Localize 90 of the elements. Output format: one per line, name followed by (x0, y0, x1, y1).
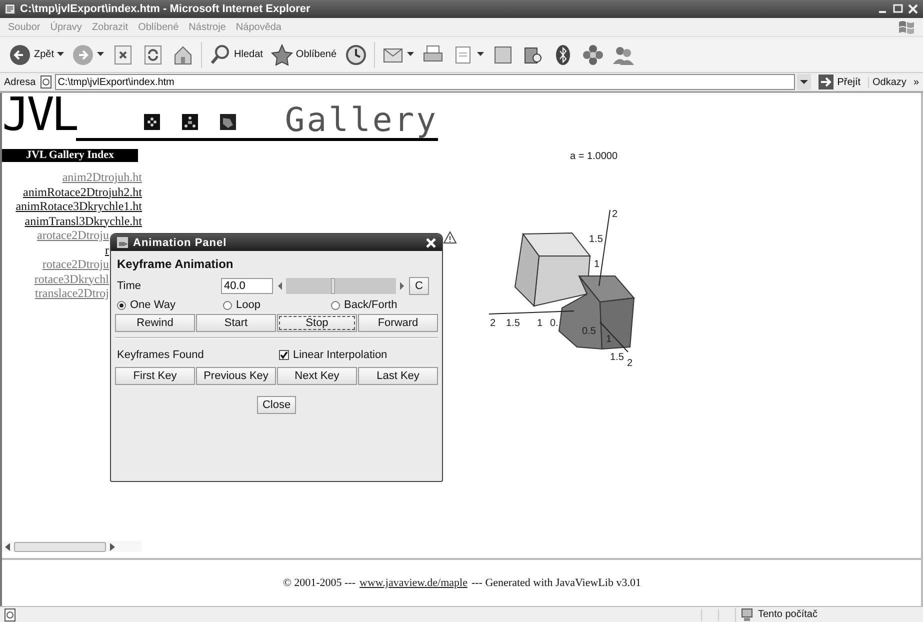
left-arrow-icon (277, 282, 283, 290)
axis-label: 2 (627, 358, 633, 369)
page-icon (3, 608, 17, 622)
close-button[interactable]: Close (257, 396, 296, 414)
radio-option[interactable]: Loop (223, 299, 331, 311)
interpolation-checkbox[interactable]: Linear Interpolation (279, 349, 388, 361)
page-icon (38, 75, 53, 89)
search-button[interactable]: Hledat (206, 42, 266, 68)
transport-button[interactable]: Start (196, 314, 276, 332)
back-button[interactable]: Zpět (6, 42, 68, 68)
page-link[interactable]: r (105, 242, 109, 257)
favorites-button[interactable]: Oblíbené (268, 42, 340, 68)
dots-icon (144, 114, 160, 130)
axis-line (600, 322, 628, 352)
axis-label: 0.5 (582, 326, 596, 337)
axis-label: 2 (612, 209, 618, 220)
scroll-thumb[interactable] (14, 542, 106, 552)
caret-icon (97, 52, 104, 57)
address-label: Adresa (4, 76, 36, 88)
parameter-label: a = 1.0000 (570, 151, 619, 162)
axis-label: 0. (550, 318, 558, 329)
caret-icon (57, 52, 64, 57)
axis-label: 1 (594, 259, 600, 270)
time-label: Time (116, 280, 142, 292)
footer-text: --- Generated with JavaViewLib v3.01 (471, 577, 641, 589)
section-heading: Keyframe Animation (117, 257, 234, 271)
footer-link[interactable]: www.javaview.de/maple (360, 577, 468, 589)
radio-button[interactable] (223, 300, 232, 310)
left-arrow-icon (4, 542, 12, 552)
go-button[interactable]: Přejít (814, 74, 865, 90)
page-link[interactable]: animTransl3Dkrychle.ht (24, 214, 142, 228)
axis-label: 1.5 (589, 234, 603, 245)
page-link[interactable]: translace2Dtroj (35, 286, 109, 300)
axis-label: 1 (537, 318, 543, 329)
logo-text: JVL (2, 87, 76, 141)
slider-thumb[interactable] (331, 278, 336, 294)
search-icon (209, 44, 232, 66)
clock-icon (344, 44, 367, 66)
page-link[interactable]: anim2Dtrojuh.ht (62, 170, 142, 184)
caret-icon (406, 52, 414, 57)
transport-button[interactable]: Stop (277, 314, 357, 332)
transport-button[interactable]: Rewind (115, 314, 195, 332)
key-button[interactable]: Last Key (358, 367, 438, 385)
window-title: C:\tmp\jvlExport\index.htm - Microsoft Internet Explorer (20, 3, 310, 15)
right-arrow-icon (399, 282, 405, 290)
address-field[interactable]: C:\tmp\jvlExport\index.htm (54, 74, 796, 90)
checkbox[interactable] (279, 350, 289, 360)
radio-option[interactable]: One Way (117, 299, 223, 311)
index-title: JVL Gallery Index (2, 149, 138, 162)
star-icon (270, 44, 293, 66)
axis-label: 1.5 (506, 318, 520, 329)
radio-button[interactable] (117, 300, 126, 310)
key-button[interactable]: Previous Key (196, 367, 276, 385)
axis-label: 1 (606, 334, 612, 345)
shape-icon (220, 114, 236, 130)
flag-icon (897, 19, 915, 35)
key-button[interactable]: Next Key (277, 367, 357, 385)
key-button[interactable]: First Key (115, 367, 195, 385)
home-icon (172, 44, 194, 66)
axis-label: 2 (490, 318, 496, 329)
axis-label: 1.5 (610, 352, 624, 363)
close-icon[interactable] (907, 3, 919, 15)
time-field[interactable]: 40.0 (221, 278, 273, 294)
page-icon (4, 3, 16, 15)
horizontal-scrollbar[interactable] (2, 541, 142, 552)
stop-icon (112, 44, 134, 66)
links-label[interactable]: Odkazy (868, 76, 910, 88)
zone-label: Tento počítač (758, 609, 818, 620)
right-arrow-icon (108, 542, 116, 552)
keyframes-label: Keyframes Found (117, 349, 205, 361)
page-link[interactable]: rotace3Dkrychl (34, 272, 109, 286)
page-link[interactable]: arotace2Dtroju (37, 228, 109, 242)
radio-button[interactable] (331, 300, 340, 310)
footer-text: © 2001-2005 --- (283, 577, 356, 589)
clear-button[interactable]: C (409, 277, 429, 295)
dots-icon (182, 114, 198, 130)
page-link[interactable]: animRotace2Dtrojuh2.ht (23, 184, 142, 199)
caret-icon (476, 52, 484, 57)
dialog-title: Animation Panel (133, 236, 227, 248)
refresh-icon (142, 44, 164, 66)
more-button[interactable]: » (913, 76, 919, 88)
forward-icon (72, 44, 94, 66)
back-icon (9, 44, 31, 66)
radio-option[interactable]: Back/Forth (331, 299, 438, 311)
page-link[interactable]: animRotace3Dkrychle1.ht (16, 199, 142, 214)
transport-button[interactable]: Forward (358, 314, 438, 332)
gallery-title: Gallery (284, 102, 438, 138)
flower-icon (582, 44, 604, 66)
maximize-icon[interactable] (892, 3, 904, 15)
page-link[interactable]: rotace2Dtroju (42, 257, 109, 272)
